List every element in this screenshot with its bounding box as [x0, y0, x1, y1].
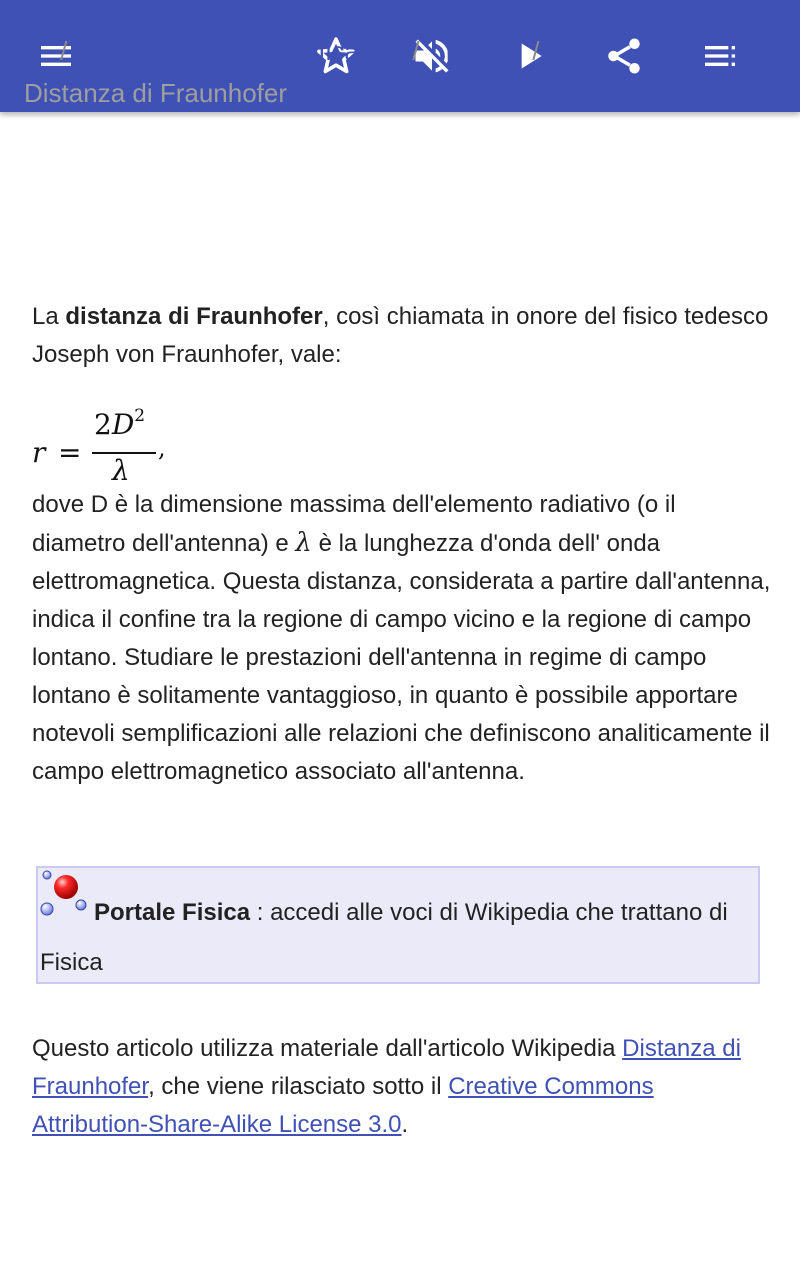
fraunhofer-formula: r = 2D2 λ , — [32, 406, 232, 488]
breadcrumb-separator: / — [60, 36, 68, 66]
attribution-pre: Questo articolo utilizza materiale dall'… — [32, 1035, 623, 1062]
breadcrumb-link-eirp[interactable]: EIRP — [446, 36, 507, 66]
breadcrumb-home-link[interactable]: * — [24, 36, 34, 66]
formula-variable: D — [111, 408, 135, 441]
breadcrumb-separator: / — [532, 36, 540, 66]
breadcrumb-current: Distanza di Fraunhofer — [24, 78, 288, 108]
breadcrumb-separator: / — [412, 36, 420, 66]
formula-equals: = — [58, 436, 82, 469]
formula-comma: , — [158, 434, 166, 462]
formula-denominator: λ — [112, 454, 130, 487]
formula-lhs: r — [32, 436, 46, 469]
attribution-paragraph: Questo articolo utilizza materiale dall'… — [32, 1030, 772, 1144]
formula-numerator: 2D2 — [94, 406, 146, 441]
portal-text: Portale Fisica : accedi alle voci di Wik… — [40, 888, 755, 988]
body-paragraph: dove D è la dimensione massima dell'elem… — [32, 486, 772, 791]
portal-title[interactable]: Portale Fisica — [94, 899, 250, 926]
attribution-mid: , che viene rilasciato sotto il — [148, 1073, 449, 1100]
intro-text-pre: La — [32, 303, 66, 330]
lambda-symbol: λ — [295, 528, 312, 558]
formula-exponent: 2 — [134, 406, 146, 426]
formula-coefficient: 2 — [94, 408, 112, 441]
portal-box[interactable]: Portale Fisica : accedi alle voci di Wik… — [36, 866, 760, 984]
intro-paragraph: La distanza di Fraunhofer, così chiamata… — [32, 298, 772, 374]
breadcrumb: * / Potenza irradiata efficace / EIRP / Dista… — [24, 30, 744, 114]
body-text-post: è la lunghezza d'onda dell' onda elettro… — [32, 530, 771, 785]
attribution-post: . — [401, 1111, 409, 1138]
breadcrumb-link-potenza[interactable]: Potenza irradiata efficace — [93, 36, 386, 66]
intro-term: distanza di Fraunhofer — [65, 303, 323, 330]
